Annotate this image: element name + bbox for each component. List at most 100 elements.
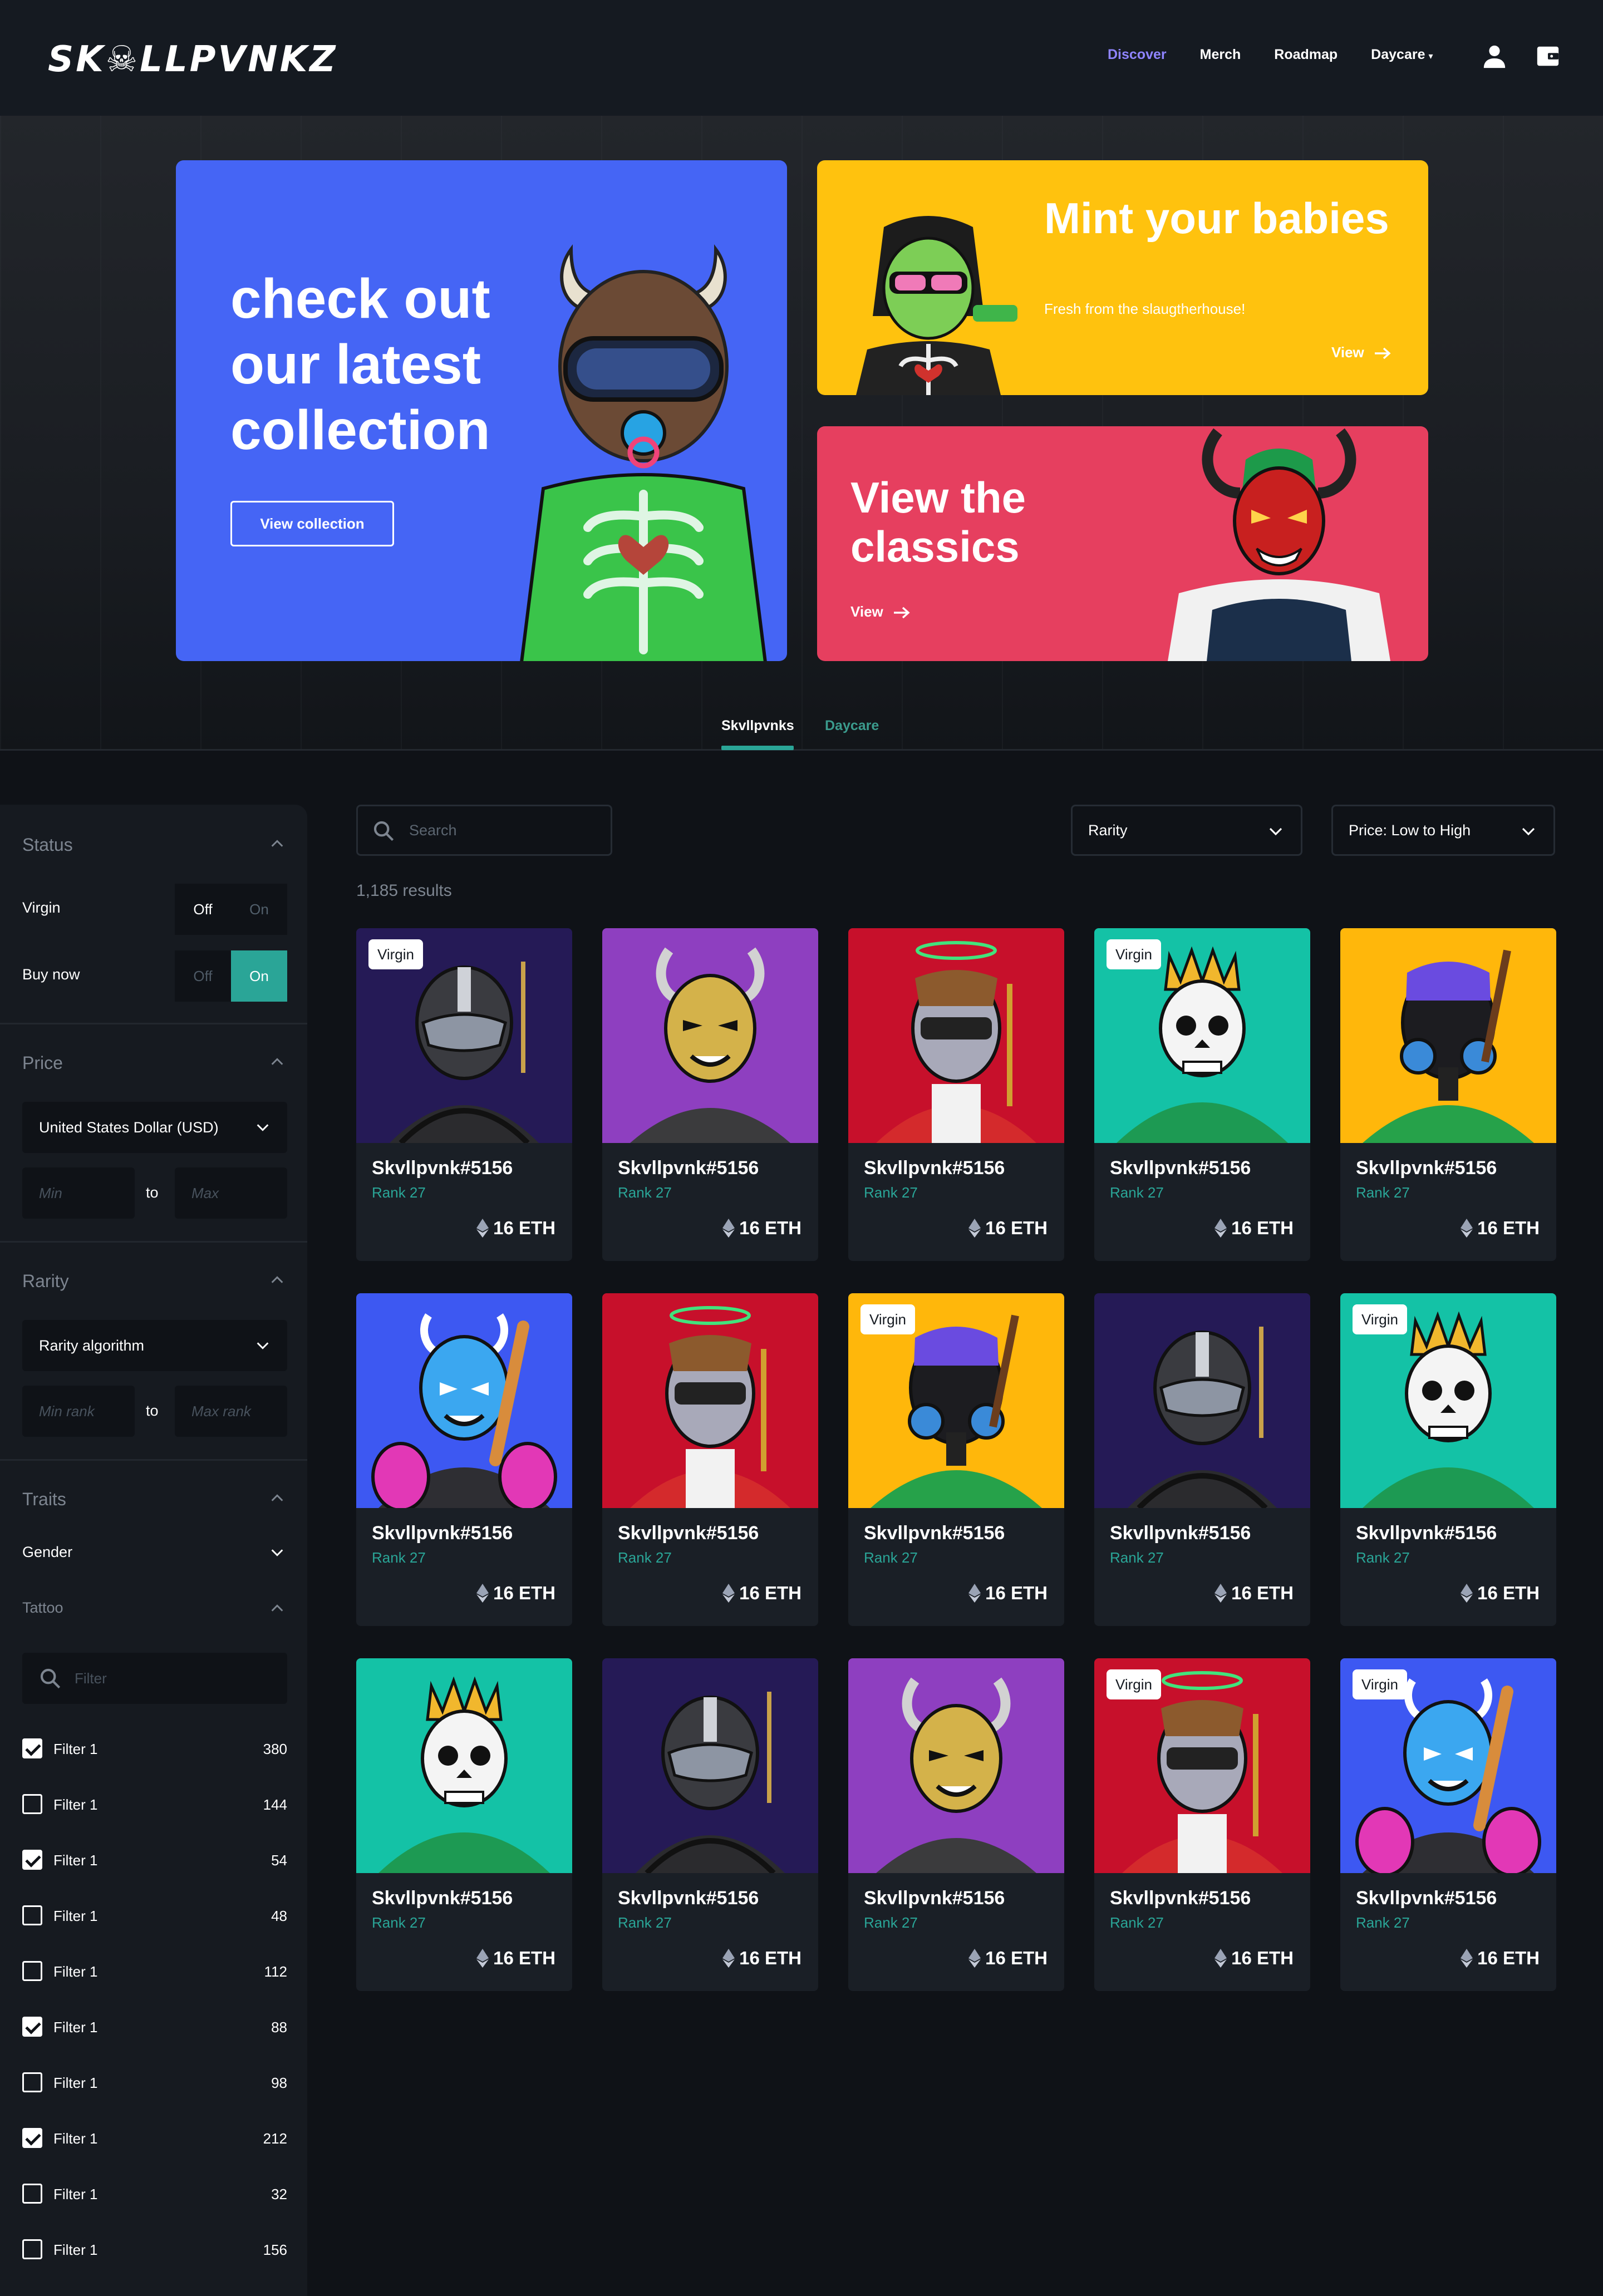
nft-rank: Rank 27: [618, 1914, 672, 1931]
price-max-input[interactable]: [175, 1167, 287, 1219]
trait-gender-label[interactable]: Gender: [22, 1544, 72, 1561]
mint-view-link[interactable]: View: [1331, 344, 1391, 361]
view-collection-button[interactable]: View collection: [230, 501, 394, 546]
filter-checkbox[interactable]: [22, 2017, 42, 2037]
nft-art[interactable]: [1340, 928, 1556, 1143]
filter-checkbox[interactable]: [22, 1794, 42, 1814]
hero-mint-card[interactable]: Mint your babies Fresh from the slaugthe…: [817, 160, 1428, 395]
nft-price-value: 16 ETH: [1231, 1948, 1294, 1968]
filter-label: Filter 1: [53, 2241, 98, 2258]
nft-card[interactable]: Skvllpvnk#5156 Rank 27 16 ETH: [356, 1293, 572, 1626]
search-input[interactable]: [409, 806, 598, 854]
tab-skvllpvnks[interactable]: Skvllpvnks: [721, 718, 794, 734]
nft-art[interactable]: [356, 1658, 572, 1873]
currency-select[interactable]: United States Dollar (USD): [22, 1102, 287, 1153]
virgin-toggle[interactable]: Off On: [175, 884, 287, 935]
nav-discover[interactable]: Discover: [1108, 47, 1167, 63]
filter-checkbox[interactable]: [22, 1738, 42, 1758]
chevron-up-icon[interactable]: [269, 1490, 285, 1506]
classics-view-link[interactable]: View: [850, 603, 911, 620]
nft-rank: Rank 27: [372, 1549, 426, 1566]
hero-collection-card[interactable]: check out our latest collection View col…: [176, 160, 787, 661]
nft-card[interactable]: Virgin Skvllpvnk#5156 Rank 27 16 ETH: [1340, 1293, 1556, 1626]
sort-dropdown[interactable]: Price: Low to High: [1331, 805, 1555, 856]
rarity-algorithm-select[interactable]: Rarity algorithm: [22, 1320, 287, 1371]
nft-art[interactable]: [848, 928, 1064, 1143]
nav-merch[interactable]: Merch: [1200, 47, 1241, 63]
filter-checkbox[interactable]: [22, 1961, 42, 1981]
nft-art[interactable]: [602, 1658, 818, 1873]
nft-card[interactable]: Skvllpvnk#5156 Rank 27 16 ETH: [848, 928, 1064, 1261]
nav-daycare-label: Daycare: [1371, 47, 1425, 62]
nft-card[interactable]: Skvllpvnk#5156 Rank 27 16 ETH: [602, 928, 818, 1261]
nft-card[interactable]: Skvllpvnk#5156 Rank 27 16 ETH: [1094, 1293, 1310, 1626]
nft-card[interactable]: Virgin Skvllpvnk#5156 Rank 27 16 ETH: [1094, 1658, 1310, 1991]
hero-classics-card[interactable]: View the classics View: [817, 426, 1428, 661]
buy-now-toggle-off[interactable]: Off: [175, 950, 231, 1002]
nft-card[interactable]: Virgin Skvllpvnk#5156 Rank 27 16 ETH: [1340, 1658, 1556, 1991]
trait-filter-row[interactable]: Filter 1 212: [22, 2128, 287, 2150]
nft-card[interactable]: Skvllpvnk#5156 Rank 27 16 ETH: [602, 1658, 818, 1991]
nft-card[interactable]: Skvllpvnk#5156 Rank 27 16 ETH: [848, 1658, 1064, 1991]
filter-count: 88: [271, 2019, 287, 2036]
rank-max-input[interactable]: [175, 1386, 287, 1437]
logo[interactable]: SK☠LLPVNKZ: [48, 39, 338, 80]
trait-tattoo-label[interactable]: Tattoo: [22, 1599, 63, 1617]
filter-checkbox[interactable]: [22, 2072, 42, 2092]
trait-filter-row[interactable]: Filter 1 98: [22, 2072, 287, 2095]
filter-checkbox[interactable]: [22, 1850, 42, 1870]
filter-count: 212: [263, 2130, 287, 2147]
rarity-dropdown[interactable]: Rarity: [1071, 805, 1302, 856]
nft-name: Skvllpvnk#5156: [1356, 1523, 1497, 1544]
chevron-down-icon: [1269, 827, 1282, 836]
site-header: SK☠LLPVNKZ Discover Merch Roadmap Daycar…: [0, 0, 1603, 116]
nft-art[interactable]: [602, 928, 818, 1143]
rank-min-input[interactable]: [22, 1386, 135, 1437]
filter-label: Filter 1: [53, 1741, 98, 1757]
eth-icon: [1461, 1584, 1473, 1603]
nft-price: 16 ETH: [1461, 1948, 1540, 1969]
nft-card[interactable]: Skvllpvnk#5156 Rank 27 16 ETH: [356, 1658, 572, 1991]
nft-rank: Rank 27: [1356, 1184, 1410, 1201]
filter-checkbox[interactable]: [22, 2239, 42, 2259]
nav-daycare[interactable]: Daycare ▾: [1371, 47, 1433, 63]
nft-card[interactable]: Skvllpvnk#5156 Rank 27 16 ETH: [602, 1293, 818, 1626]
virgin-toggle-off[interactable]: Off: [175, 884, 231, 935]
trait-filter-row[interactable]: Filter 1 144: [22, 1794, 287, 1816]
nft-card[interactable]: Virgin Skvllpvnk#5156 Rank 27 16 ETH: [1094, 928, 1310, 1261]
chevron-down-icon[interactable]: [269, 1545, 285, 1560]
user-icon[interactable]: [1482, 43, 1507, 69]
trait-filter-row[interactable]: Filter 1 156: [22, 2239, 287, 2261]
nft-card[interactable]: Virgin Skvllpvnk#5156 Rank 27 16 ETH: [356, 928, 572, 1261]
nft-art[interactable]: [602, 1293, 818, 1508]
wallet-icon[interactable]: [1535, 43, 1561, 69]
filter-checkbox[interactable]: [22, 2184, 42, 2204]
trait-filter-row[interactable]: Filter 1 88: [22, 2017, 287, 2039]
nft-card[interactable]: Virgin Skvllpvnk#5156 Rank 27 16 ETH: [848, 1293, 1064, 1626]
filter-checkbox[interactable]: [22, 2128, 42, 2148]
trait-filter-row[interactable]: Filter 1 48: [22, 1905, 287, 1928]
buy-now-toggle[interactable]: Off On: [175, 950, 287, 1002]
trait-filter-row[interactable]: Filter 1 54: [22, 1850, 287, 1872]
nft-card[interactable]: Skvllpvnk#5156 Rank 27 16 ETH: [1340, 928, 1556, 1261]
nft-rank: Rank 27: [864, 1549, 918, 1566]
trait-filter-row[interactable]: Filter 1 32: [22, 2184, 287, 2206]
chevron-up-icon[interactable]: [269, 1272, 285, 1288]
trait-filter-row[interactable]: Filter 1 112: [22, 1961, 287, 1983]
virgin-toggle-on[interactable]: On: [231, 884, 287, 935]
trait-filter-row[interactable]: Filter 1 380: [22, 1738, 287, 1761]
chevron-down-icon: [1522, 827, 1535, 836]
nft-art[interactable]: [356, 1293, 572, 1508]
nft-art[interactable]: [1094, 1293, 1310, 1508]
chevron-up-icon[interactable]: [269, 836, 285, 851]
trait-filter-input[interactable]: [75, 1653, 275, 1704]
nft-price-value: 16 ETH: [493, 1218, 555, 1238]
chevron-up-icon[interactable]: [269, 1600, 285, 1616]
nft-art[interactable]: [848, 1658, 1064, 1873]
filter-checkbox[interactable]: [22, 1905, 42, 1925]
price-min-input[interactable]: [22, 1167, 135, 1219]
tab-daycare[interactable]: Daycare: [825, 718, 879, 734]
chevron-up-icon[interactable]: [269, 1054, 285, 1070]
nav-roadmap[interactable]: Roadmap: [1274, 47, 1338, 63]
buy-now-toggle-on[interactable]: On: [231, 950, 287, 1002]
